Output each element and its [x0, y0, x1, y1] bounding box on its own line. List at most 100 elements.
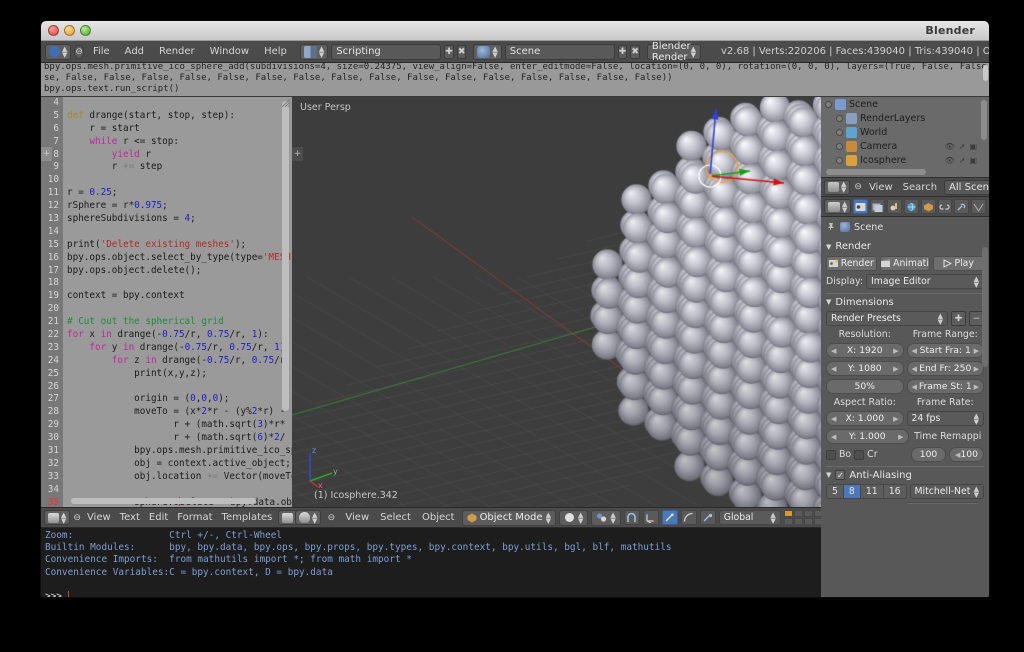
outliner-vertical-scrollbar[interactable] [981, 100, 987, 140]
crop-checkbox[interactable] [854, 449, 865, 460]
viewport-shading-select[interactable]: ▲ ▼ [558, 509, 589, 526]
code-line[interactable]: 8 yield r [41, 148, 292, 162]
code-line[interactable]: 13 sphereSubdivisions = 4; [41, 213, 292, 226]
tab-render-properties[interactable] [853, 199, 869, 214]
outliner-row[interactable]: Icosphere 👁 ➚ ▣ [821, 153, 989, 167]
outliner-restrict-toggles[interactable]: 👁 ➚ ▣ [945, 142, 989, 151]
code-line[interactable]: 17 bpy.ops.object.delete(); [41, 264, 292, 278]
viewport-toolshelf-expand-icon[interactable]: + [292, 147, 303, 161]
text-menu-view[interactable]: View [84, 512, 114, 523]
code-line[interactable]: 14 [41, 225, 292, 239]
code-line[interactable]: 26 [41, 380, 292, 394]
snap-magnet-icon[interactable] [623, 510, 640, 525]
outliner-menu-view[interactable]: View [866, 182, 896, 193]
properties-vertical-scrollbar[interactable] [982, 247, 988, 367]
code-line[interactable]: 31 bpy.ops.mesh.primitive_ico_sph [41, 445, 292, 458]
restrict-render-icon[interactable]: ▣ [969, 142, 977, 151]
code-line[interactable]: 11 r = 0.25; [41, 187, 292, 201]
outliner-restrict-toggles[interactable]: 👁 ➚ ▣ [945, 156, 989, 165]
code-line[interactable]: 9 r += step [41, 161, 292, 175]
rotate-manipulator-icon[interactable] [680, 510, 697, 525]
aa-samples-group[interactable]: 5 8 11 16 [826, 484, 907, 499]
viewport-3d[interactable]: User Persp + z y x (1) Icosphere.342 [292, 97, 821, 507]
panel-antialiasing-header[interactable]: ▼ ✓ Anti-Aliasing [826, 466, 984, 481]
outliner-row[interactable]: World [821, 125, 989, 139]
code-line[interactable]: 19 context = bpy.context [41, 290, 292, 304]
expand-toggle-icon[interactable] [836, 156, 843, 164]
expand-toggle-icon[interactable] [836, 114, 843, 122]
code-line[interactable]: 29 r + (math.sqrt(3)*r* [41, 419, 292, 433]
scene-layer-cell[interactable] [783, 510, 793, 517]
scale-manipulator-icon[interactable] [699, 510, 716, 525]
restrict-render-icon[interactable]: ▣ [969, 156, 977, 165]
outliner-display-mode-select[interactable]: All Scen [944, 179, 989, 195]
code-line[interactable]: 16 bpy.ops.object.select_by_type(type='ME… [41, 251, 292, 265]
panel-dimensions-header[interactable]: ▼ Dimensions [826, 293, 984, 308]
outliner-row[interactable]: Camera 👁 ➚ ▣ [821, 139, 989, 153]
delete-layout-button[interactable]: ✖ [456, 44, 467, 59]
code-line[interactable]: 28 moveTo = (x*2*r - (y%2*r) - (z [41, 406, 292, 420]
minimize-window-button[interactable] [64, 25, 75, 36]
text-collapse-menu-icon[interactable]: ⊖ [73, 511, 81, 525]
resolution-x-field[interactable]: ◀ X: 1920 ▶ [826, 343, 904, 358]
code-line[interactable]: 21 # Cut out the spherical grid [41, 316, 292, 330]
delete-scene-button[interactable]: ✖ [630, 44, 640, 59]
code-line[interactable]: 15 print('Delete existing meshes'); [41, 238, 292, 252]
render-engine-select[interactable]: Blender Render ▲ ▼ [646, 41, 702, 63]
tab-scene-properties[interactable] [887, 199, 902, 214]
expand-toggle-icon[interactable] [825, 100, 832, 108]
restrict-view-icon[interactable]: 👁 [945, 156, 955, 165]
scene-type-button[interactable]: ▲ ▼ [473, 43, 502, 60]
code-line[interactable]: 18 [41, 277, 292, 291]
code-line[interactable]: 32 obj = context.active_object; [41, 457, 292, 471]
code-line[interactable]: 33 obj.location += Vector(moveTo) [41, 470, 292, 484]
text-editor-area[interactable]: 4 5 def drange(start, stop, step): 6 r = st… [41, 97, 292, 507]
code-line[interactable]: 10 [41, 174, 292, 188]
resolution-percentage-field[interactable]: 50% [826, 379, 904, 394]
code-line[interactable]: 23 for y in drange(-0.75/r, 0.75/r, 1): [41, 341, 292, 355]
screen-layout-field[interactable]: Scripting [331, 43, 442, 60]
code-line[interactable]: 22 for x in drange(-0.75/r, 0.75/r, 1): [41, 329, 292, 342]
outliner-tree[interactable]: Scene RenderLayers World Camera 👁 ➚ ▣ Icosphere… [821, 97, 989, 167]
add-preset-button[interactable]: ✚ [951, 311, 966, 326]
tab-object-properties[interactable] [920, 199, 936, 214]
end-frame-field[interactable]: ◀ End Fr: 250 ▶ [906, 361, 984, 376]
render-image-button[interactable]: Render [826, 256, 877, 271]
transform-orientation-select[interactable]: Global ▲ ▼ [718, 510, 781, 525]
text-menu-format[interactable]: Format [174, 512, 215, 523]
aa-sample-option[interactable]: 11 [860, 485, 884, 498]
interaction-mode-select[interactable]: Object Mode ▲ ▼ [461, 509, 556, 526]
code-line[interactable]: 12 rSphere = r*0.975; [41, 200, 292, 214]
render-presets-select[interactable]: Render Presets ▲ ▼ [826, 311, 948, 326]
restrict-select-icon[interactable]: ➚ [959, 156, 966, 165]
tab-modifiers-properties[interactable] [954, 199, 970, 214]
outliner-horizontal-scrollbar[interactable] [826, 169, 926, 175]
text-menu-text[interactable]: Text [117, 512, 143, 523]
scene-layer-cell[interactable] [803, 518, 813, 525]
screen-layout-type-button[interactable]: ▲ ▼ [299, 43, 329, 60]
editor-vertical-scrollbar[interactable] [282, 101, 289, 411]
info-report-log[interactable]: bpy.ops.mesh.primitive_ico_sphere_add(su… [41, 63, 989, 97]
scene-layer-cell[interactable] [793, 510, 803, 517]
panel-render-header[interactable]: ▼ Render [826, 238, 984, 253]
expand-toggle-icon[interactable] [836, 142, 843, 150]
aa-sample-option[interactable]: 16 [883, 485, 906, 498]
script-code[interactable]: 4 5 def drange(start, stop, step): 6 r = st… [41, 97, 292, 507]
viewport-editor-type-button[interactable]: ▲ ▼ [295, 510, 322, 525]
start-frame-field[interactable]: ◀ Start Fra: 1 ▶ [906, 343, 984, 358]
viewport-menu-select[interactable]: Select [376, 512, 415, 523]
aa-sample-option[interactable]: 8 [843, 485, 861, 498]
editor-type-info-button[interactable]: ▲ ▼ [45, 43, 72, 60]
play-animation-button[interactable]: Play [933, 256, 985, 271]
expand-toggle-icon[interactable] [836, 128, 843, 136]
outliner-collapse-menu-icon[interactable]: ⊖ [854, 180, 862, 194]
resolution-y-field[interactable]: ◀ Y: 1080 ▶ [826, 361, 904, 376]
antialiasing-checkbox[interactable]: ✓ [835, 470, 846, 480]
aa-sample-option[interactable]: 5 [827, 485, 844, 498]
code-line[interactable]: 34 [41, 483, 292, 497]
translate-manipulator-icon[interactable] [661, 510, 678, 525]
aspect-x-field[interactable]: ◀ X: 1.000 ▶ [826, 411, 904, 426]
scene-field[interactable]: Scene [504, 43, 615, 60]
code-line[interactable]: 7 while r <= stop: [41, 135, 292, 149]
maximize-window-button[interactable] [80, 25, 91, 36]
